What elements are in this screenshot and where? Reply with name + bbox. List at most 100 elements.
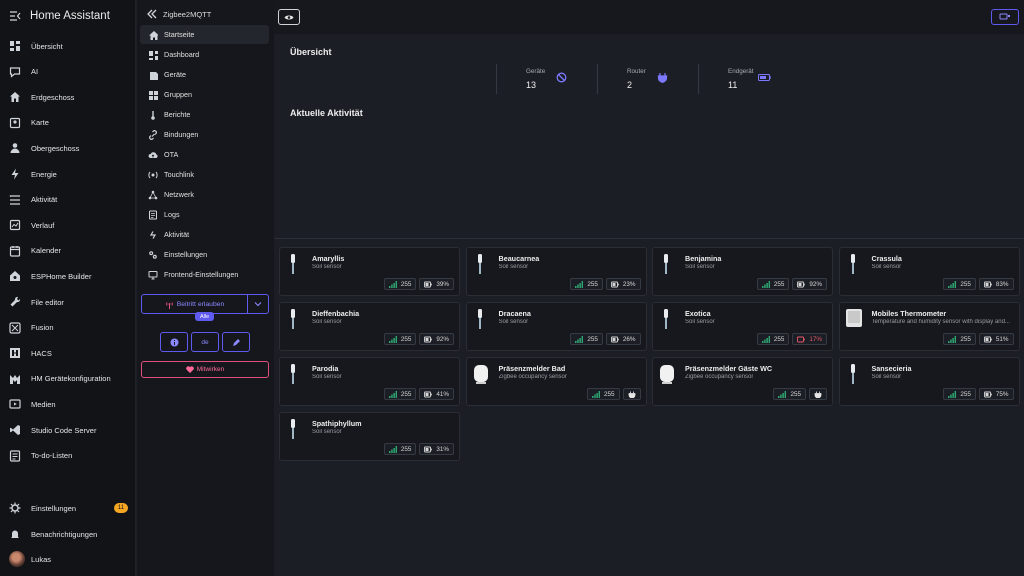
ha-item-hacs[interactable]: HACS bbox=[0, 342, 136, 364]
ha-item-studio-code-server[interactable]: Studio Code Server bbox=[0, 419, 136, 441]
device-name[interactable]: Exotica bbox=[685, 309, 711, 318]
ha-item-esphome-builder[interactable]: ESPHome Builder bbox=[0, 265, 136, 287]
info-button[interactable] bbox=[160, 332, 188, 352]
gear-icon bbox=[9, 502, 21, 514]
permit-join-main[interactable]: Beitritt erlauben bbox=[142, 295, 248, 313]
heart-icon bbox=[186, 366, 194, 373]
device-card[interactable]: Amaryllis Soil sensor 255 39% bbox=[279, 247, 460, 296]
chart-icon bbox=[9, 220, 21, 231]
z2m-item-label: Bindungen bbox=[164, 130, 199, 139]
permit-join-button[interactable]: Beitritt erlauben bbox=[141, 294, 269, 314]
reports-icon bbox=[151, 110, 155, 120]
device-name[interactable]: Crassula bbox=[872, 254, 902, 263]
z2m-item-gruppen[interactable]: Gruppen bbox=[140, 85, 269, 104]
device-name[interactable]: Benjamina bbox=[685, 254, 721, 263]
ha-item-obergeschoss[interactable]: Obergeschoss bbox=[0, 137, 136, 159]
device-card[interactable]: Dieffenbachia Soil sensor 255 92% bbox=[279, 302, 460, 351]
device-name[interactable]: Sansecieria bbox=[872, 364, 912, 373]
ha-item-übersicht[interactable]: Übersicht bbox=[0, 35, 136, 57]
device-card[interactable]: Mobiles Thermometer Temperature and humi… bbox=[838, 302, 1020, 351]
ha-sidebar: Home Assistant Übersicht AI Erdgeschoss … bbox=[0, 0, 136, 576]
z2m-item-aktivität[interactable]: Aktivität bbox=[140, 225, 269, 244]
ha-item-medien[interactable]: Medien bbox=[0, 393, 136, 415]
ha-item-label: Medien bbox=[31, 399, 56, 409]
device-name[interactable]: Amaryllis bbox=[312, 254, 344, 263]
z2m-item-einstellungen[interactable]: Einstellungen bbox=[140, 245, 269, 264]
ha-item-label: HM Gerätekonfiguration bbox=[31, 374, 111, 384]
device-card[interactable]: Präsenzmelder Bad Zigbee occupancy senso… bbox=[465, 357, 647, 406]
device-card[interactable]: Crassula Soil sensor 255 83% bbox=[838, 247, 1020, 296]
device-card[interactable]: Präsenzmelder Gäste WC Zigbee occupancy … bbox=[652, 357, 833, 406]
battery-chip: 75% bbox=[978, 388, 1014, 400]
device-name[interactable]: Präsenzmelder Bad bbox=[499, 364, 566, 373]
device-chips: 255 31% bbox=[383, 443, 454, 455]
z2m-item-netzwerk[interactable]: Netzwerk bbox=[140, 185, 269, 204]
device-name[interactable]: Dieffenbachia bbox=[312, 309, 359, 318]
device-name[interactable]: Dracaena bbox=[499, 309, 531, 318]
z2m-item-label: Berichte bbox=[164, 110, 191, 119]
stat-label: Geräte bbox=[526, 68, 546, 75]
ha-item-notifications[interactable]: Benachrichtigungen bbox=[0, 523, 136, 545]
menu-collapse-icon[interactable] bbox=[9, 10, 21, 22]
device-card[interactable]: Parodia Soil sensor 255 41% bbox=[279, 357, 460, 406]
z2m-item-berichte[interactable]: Berichte bbox=[140, 105, 269, 124]
edit-button[interactable] bbox=[222, 332, 250, 352]
device-name[interactable]: Parodia bbox=[312, 364, 338, 373]
device-description: Soil sensor bbox=[498, 319, 529, 325]
stat-devices: Geräte 13 bbox=[496, 64, 596, 94]
z2m-item-startseite[interactable]: Startseite bbox=[140, 25, 269, 44]
ha-item-kalender[interactable]: Kalender bbox=[0, 240, 136, 262]
battery-icon bbox=[424, 281, 433, 287]
battery-value: 39% bbox=[436, 280, 449, 288]
z2m-item-geräte[interactable]: Geräte bbox=[140, 65, 269, 84]
z2m-item-touchlink[interactable]: Touchlink bbox=[140, 165, 269, 184]
chevron-down-icon bbox=[254, 302, 262, 307]
permit-join-dropdown[interactable] bbox=[248, 295, 268, 313]
ha-item-ai[interactable]: AI bbox=[0, 61, 136, 83]
media-icon bbox=[9, 399, 21, 409]
device-card[interactable]: Benjamina Soil sensor 255 92% bbox=[652, 247, 833, 296]
z2m-item-ota[interactable]: OTA bbox=[140, 145, 269, 164]
visibility-toggle-button[interactable] bbox=[278, 9, 300, 25]
ha-item-to-do-listen[interactable]: To-do-Listen bbox=[0, 445, 136, 467]
z2m-item-label: Netzwerk bbox=[164, 190, 194, 199]
z2m-item-bindungen[interactable]: Bindungen bbox=[140, 125, 269, 144]
map-icon bbox=[9, 117, 21, 128]
activity-title: Aktuelle Aktivität bbox=[290, 108, 363, 118]
device-name[interactable]: Mobiles Thermometer bbox=[872, 309, 947, 318]
z2m-item-dashboard[interactable]: Dashboard bbox=[140, 45, 269, 64]
device-name[interactable]: Spathiphyllum bbox=[312, 419, 362, 428]
device-card[interactable]: Beaucarnea Soil sensor 255 23% bbox=[465, 247, 647, 296]
soil-sensor-image bbox=[664, 309, 668, 329]
device-card[interactable]: Sansecieria Soil sensor 255 75% bbox=[838, 357, 1020, 406]
hacs-icon bbox=[10, 348, 20, 359]
ha-item-user[interactable]: Lukas bbox=[0, 548, 136, 570]
device-card[interactable]: Exotica Soil sensor 255 17% bbox=[652, 302, 833, 351]
ha-item-file-editor[interactable]: File editor bbox=[0, 291, 136, 313]
battery-value: 75% bbox=[995, 390, 1009, 398]
thermometer-image bbox=[845, 309, 862, 327]
language-button[interactable]: de bbox=[191, 332, 219, 352]
device-card[interactable]: Spathiphyllum Soil sensor 255 31% bbox=[279, 412, 460, 461]
ha-item-hm-gerätekonfiguration[interactable]: HM Gerätekonfiguration bbox=[0, 368, 136, 390]
home-icon bbox=[149, 30, 158, 40]
instance-button[interactable] bbox=[991, 9, 1019, 25]
ha-item-energie[interactable]: Energie bbox=[0, 163, 136, 185]
z2m-item-label: Frontend-Einstellungen bbox=[164, 270, 239, 279]
device-name[interactable]: Präsenzmelder Gäste WC bbox=[685, 364, 772, 373]
ha-item-aktivität[interactable]: Aktivität bbox=[0, 189, 136, 211]
ha-item-verlauf[interactable]: Verlauf bbox=[0, 214, 136, 236]
donate-button[interactable]: Mitwirken bbox=[141, 361, 269, 378]
z2m-item-frontend-einstellungen[interactable]: Frontend-Einstellungen bbox=[140, 265, 269, 284]
ha-item-fusion[interactable]: Fusion bbox=[0, 317, 136, 339]
signal-icon bbox=[761, 280, 770, 288]
device-name[interactable]: Beaucarnea bbox=[499, 254, 540, 263]
ha-item-erdgeschoss[interactable]: Erdgeschoss bbox=[0, 86, 136, 108]
lqi-chip: 255 bbox=[570, 333, 603, 345]
device-card[interactable]: Dracaena Soil sensor 255 26% bbox=[465, 302, 647, 351]
z2m-item-logs[interactable]: Logs bbox=[140, 205, 269, 224]
z2m-collapse[interactable]: Zigbee2MQTT bbox=[137, 4, 211, 24]
signal-icon bbox=[778, 390, 787, 398]
ha-item-karte[interactable]: Karte bbox=[0, 112, 136, 134]
device-description: Soil sensor bbox=[312, 264, 342, 270]
